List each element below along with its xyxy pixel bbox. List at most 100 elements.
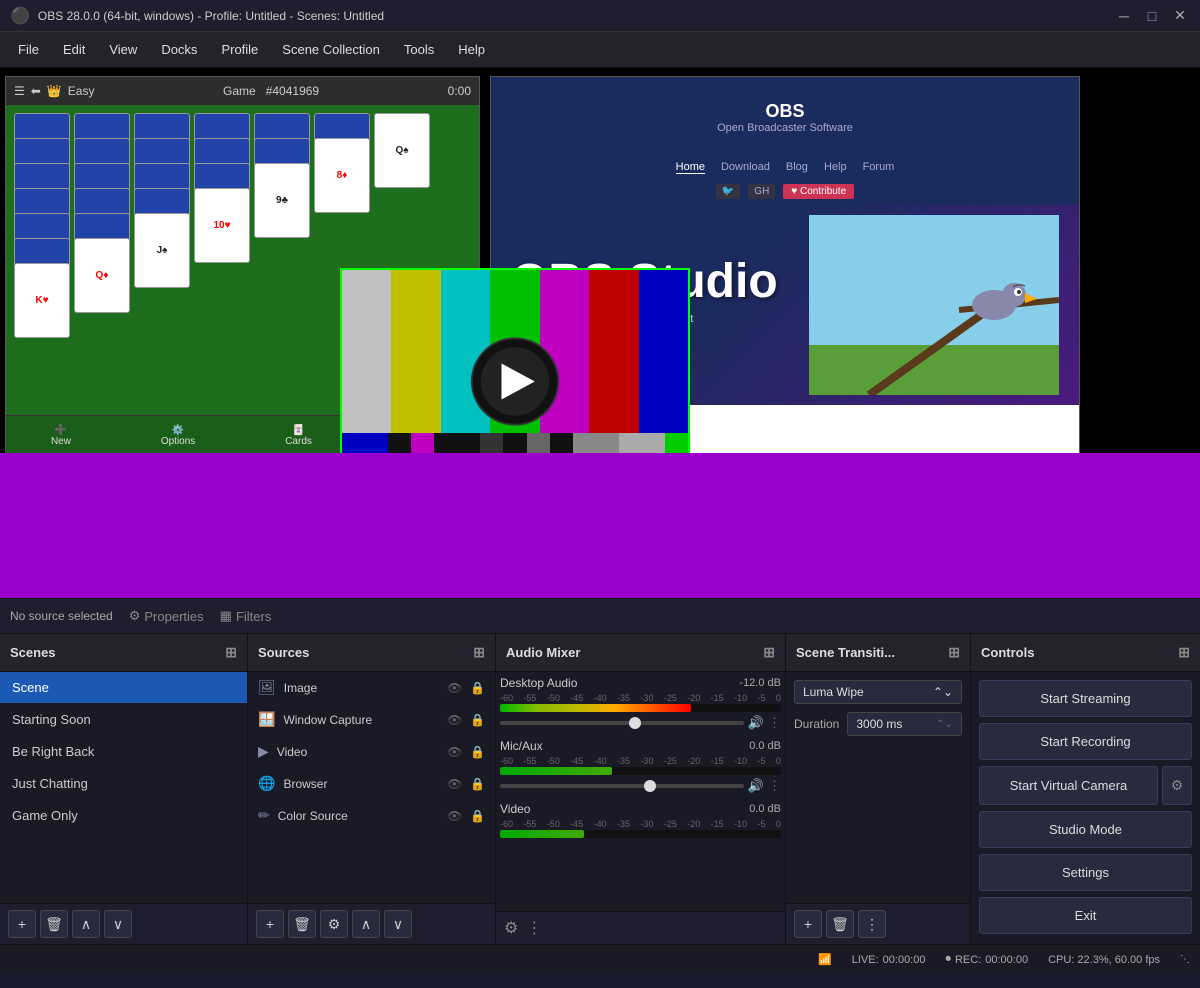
transitions-add-btn[interactable]: + — [794, 910, 822, 938]
obs-logo-on-bars — [470, 337, 560, 430]
properties-button[interactable]: ⚙ Properties — [129, 608, 204, 624]
panels-area: Scenes ⊞ Scene Starting Soon Be Right Ba… — [0, 634, 1200, 944]
card[interactable]: Q♦ — [74, 238, 130, 313]
source-item-browser[interactable]: 🌐 Browser 👁 🔒 — [248, 768, 495, 800]
card[interactable]: Q♠ — [374, 113, 430, 188]
audio-desktop-mute[interactable]: 🔊 — [748, 715, 764, 731]
scenes-down-btn[interactable]: ∨ — [104, 910, 132, 938]
studio-mode-button[interactable]: Studio Mode — [979, 811, 1192, 848]
scenes-add-btn[interactable]: + — [8, 910, 36, 938]
sol-options-btn[interactable]: ⚙️ Options — [161, 425, 195, 447]
start-streaming-button[interactable]: Start Streaming — [979, 680, 1192, 717]
sources-add-btn[interactable]: + — [256, 910, 284, 938]
card[interactable]: K♥ — [14, 263, 70, 338]
source-item-image[interactable]: 🖼 Image 👁 🔒 — [248, 672, 495, 704]
source-video-lock[interactable]: 🔒 — [470, 745, 485, 759]
menu-tools[interactable]: Tools — [394, 38, 444, 61]
settings-button[interactable]: Settings — [979, 854, 1192, 891]
scenes-up-btn[interactable]: ∧ — [72, 910, 100, 938]
audio-dock-icon[interactable]: ⊞ — [763, 644, 775, 661]
source-window-name: Window Capture — [283, 713, 438, 727]
scene-item-be-right-back[interactable]: Be Right Back — [0, 736, 247, 768]
scene-item-scene[interactable]: Scene — [0, 672, 247, 704]
sources-up-btn[interactable]: ∧ — [352, 910, 380, 938]
source-browser-eye[interactable]: 👁 — [447, 777, 462, 791]
scene-item-just-chatting[interactable]: Just Chatting — [0, 768, 247, 800]
scenes-dock-icon[interactable]: ⊞ — [225, 644, 237, 661]
obs-social-bar: 🐦 GH ♥ Contribute — [491, 178, 1079, 205]
source-color-lock[interactable]: 🔒 — [470, 809, 485, 823]
menu-edit[interactable]: Edit — [53, 38, 95, 61]
source-item-color-source[interactable]: ✏ Color Source 👁 🔒 — [248, 800, 495, 832]
obs-twitter-btn[interactable]: 🐦 — [716, 184, 740, 199]
close-button[interactable]: ✕ — [1170, 6, 1190, 26]
sol-cards-btn[interactable]: 🃏 Cards — [285, 425, 312, 447]
obs-nav-home[interactable]: Home — [676, 161, 705, 174]
transitions-dock-icon[interactable]: ⊞ — [948, 644, 960, 661]
maximize-button[interactable]: □ — [1142, 6, 1162, 26]
sol-new-label: New — [51, 436, 71, 447]
transitions-menu-btn[interactable]: ⋮ — [858, 910, 886, 938]
obs-nav-forum[interactable]: Forum — [863, 161, 895, 174]
resize-handle[interactable]: ⋱ — [1180, 954, 1190, 965]
card[interactable]: 9♣ — [254, 163, 310, 238]
source-item-window-capture[interactable]: 🪟 Window Capture 👁 🔒 — [248, 704, 495, 736]
transitions-remove-btn[interactable]: 🗑 — [826, 910, 854, 938]
source-video-eye[interactable]: 👁 — [447, 745, 462, 759]
sources-remove-btn[interactable]: 🗑 — [288, 910, 316, 938]
card[interactable]: 8♦ — [314, 138, 370, 213]
sources-down-btn[interactable]: ∨ — [384, 910, 412, 938]
audio-desktop-controls: 🔊 ⋮ — [500, 715, 781, 731]
audio-mic-mute[interactable]: 🔊 — [748, 778, 764, 794]
sources-dock-icon[interactable]: ⊞ — [473, 644, 485, 661]
menu-profile[interactable]: Profile — [211, 38, 268, 61]
virtual-camera-settings-icon[interactable]: ⚙ — [1162, 766, 1192, 805]
obs-github-btn[interactable]: GH — [748, 184, 775, 199]
sources-settings-btn[interactable]: ⚙ — [320, 910, 348, 938]
card[interactable]: 10♥ — [194, 188, 250, 263]
obs-nav-download[interactable]: Download — [721, 161, 770, 174]
source-window-lock[interactable]: 🔒 — [470, 713, 485, 727]
scene-item-game-only[interactable]: Game Only — [0, 800, 247, 832]
source-browser-lock[interactable]: 🔒 — [470, 777, 485, 791]
obs-nav-blog[interactable]: Blog — [786, 161, 808, 174]
audio-desktop: Desktop Audio -12.0 dB -60-55-50-45-40-3… — [500, 676, 781, 731]
menu-file[interactable]: File — [8, 38, 49, 61]
sol-new-btn[interactable]: ➕ New — [51, 425, 71, 447]
source-color-eye[interactable]: 👁 — [447, 809, 462, 823]
obs-nav-help[interactable]: Help — [824, 161, 847, 174]
audio-mixer-panel: Audio Mixer ⊞ Desktop Audio -12.0 dB -60… — [496, 634, 786, 944]
sol-back-icon[interactable]: ⬅ — [31, 84, 41, 98]
audio-settings-icon[interactable]: ⚙ — [504, 918, 518, 938]
start-virtual-camera-button[interactable]: Start Virtual Camera — [979, 766, 1158, 805]
menu-help[interactable]: Help — [448, 38, 495, 61]
minimize-button[interactable]: ─ — [1114, 6, 1134, 26]
duration-input[interactable]: 3000 ms ⌃⌄ — [847, 712, 962, 736]
menu-scene-collection[interactable]: Scene Collection — [272, 38, 390, 61]
card[interactable]: J♠ — [134, 213, 190, 288]
audio-desktop-slider[interactable] — [500, 721, 744, 725]
window-controls: ─ □ ✕ — [1114, 6, 1190, 26]
audio-mic-menu[interactable]: ⋮ — [768, 778, 781, 794]
audio-menu-icon[interactable]: ⋮ — [526, 918, 542, 938]
source-image-eye[interactable]: 👁 — [447, 681, 462, 695]
source-item-video[interactable]: ▶ Video 👁 🔒 — [248, 736, 495, 768]
audio-mic-slider[interactable] — [500, 784, 744, 788]
transition-dropdown[interactable]: Luma Wipe ⌃⌄ — [794, 680, 962, 704]
menu-docks[interactable]: Docks — [151, 38, 207, 61]
start-recording-button[interactable]: Start Recording — [979, 723, 1192, 760]
scenes-remove-btn[interactable]: 🗑 — [40, 910, 68, 938]
source-image-lock[interactable]: 🔒 — [470, 681, 485, 695]
sol-menu-icon[interactable]: ☰ — [14, 84, 25, 98]
controls-body: Start Streaming Start Recording Start Vi… — [971, 672, 1200, 944]
source-window-eye[interactable]: 👁 — [447, 713, 462, 727]
obs-contribute-btn[interactable]: ♥ Contribute — [783, 184, 854, 199]
menu-view[interactable]: View — [99, 38, 147, 61]
obs-site-header: OBS Open Broadcaster Software — [491, 77, 1079, 157]
audio-desktop-menu[interactable]: ⋮ — [768, 715, 781, 731]
live-time: 00:00:00 — [883, 954, 926, 966]
exit-button[interactable]: Exit — [979, 897, 1192, 934]
filters-button[interactable]: ▦ Filters — [220, 608, 272, 624]
controls-dock-icon[interactable]: ⊞ — [1178, 644, 1190, 661]
scene-item-starting-soon[interactable]: Starting Soon — [0, 704, 247, 736]
